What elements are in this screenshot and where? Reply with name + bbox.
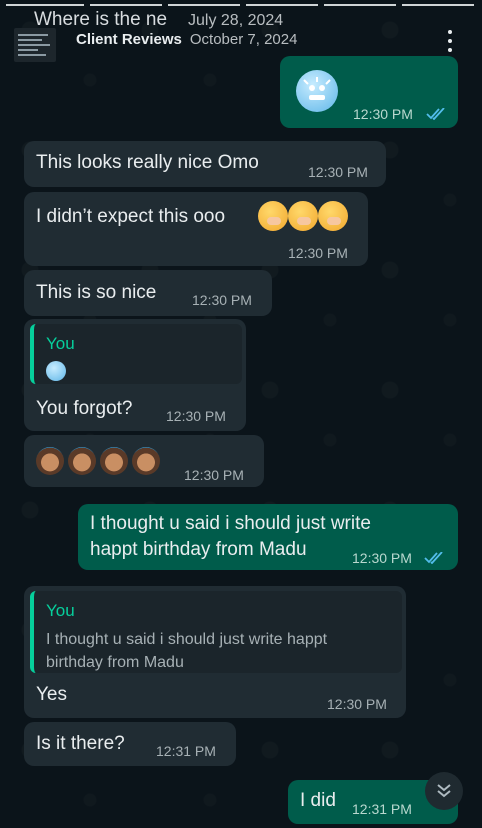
double-chevron-down-icon bbox=[437, 784, 451, 798]
message-text: I didn’t expect this ooo bbox=[36, 206, 226, 227]
message-text: Yes bbox=[36, 684, 67, 705]
woman-emoji-icon bbox=[100, 447, 128, 475]
header-row-2-title: Client Reviews bbox=[76, 31, 182, 48]
quoted-message[interactable]: You bbox=[30, 324, 242, 384]
woman-emoji-icon bbox=[132, 447, 160, 475]
message-time: 12:30 PM bbox=[166, 408, 226, 424]
message-text: This is so nice bbox=[36, 282, 157, 303]
woman-emoji-icon bbox=[68, 447, 96, 475]
woman-emoji-icon bbox=[36, 447, 64, 475]
message-incoming-emoji[interactable]: 12:30 PM bbox=[24, 435, 264, 487]
message-incoming-reply[interactable]: You You forgot? 12:30 PM bbox=[24, 319, 246, 431]
message-outgoing-emoji[interactable]: 12:30 PM bbox=[280, 56, 458, 128]
message-text: I did bbox=[300, 790, 336, 811]
quote-text-line-2: birthday from Madu bbox=[46, 654, 184, 671]
header-row-1-date: July 28, 2024 bbox=[188, 12, 284, 29]
message-incoming[interactable]: This looks really nice Omo 12:30 PM bbox=[24, 141, 386, 187]
message-incoming[interactable]: This is so nice 12:30 PM bbox=[24, 270, 272, 316]
message-time: 12:31 PM bbox=[156, 743, 216, 759]
message-incoming[interactable]: I didn’t expect this ooo 12:30 PM bbox=[24, 192, 368, 266]
message-incoming-reply[interactable]: You I thought u said i should just write… bbox=[24, 586, 406, 718]
quote-author: You bbox=[46, 601, 75, 620]
message-time: 12:30 PM bbox=[184, 467, 244, 483]
header-row-1-title: Where is the ne bbox=[34, 9, 168, 30]
cold-face-emoji-icon bbox=[46, 361, 66, 381]
message-time: 12:30 PM bbox=[327, 696, 387, 712]
message-text: This looks really nice Omo bbox=[36, 152, 259, 173]
more-options-icon[interactable] bbox=[440, 28, 460, 54]
message-time: 12:31 PM bbox=[352, 801, 412, 817]
message-text-line-1: I thought u said i should just write bbox=[90, 513, 371, 534]
document-thumbnail[interactable] bbox=[14, 28, 56, 62]
header-row-1[interactable]: Where is the ne July 28, 2024 bbox=[34, 9, 283, 31]
hand-over-mouth-emoji-icon bbox=[318, 201, 348, 231]
quote-author: You bbox=[46, 334, 75, 353]
quoted-message[interactable]: You I thought u said i should just write… bbox=[30, 591, 402, 673]
message-text: Is it there? bbox=[36, 733, 125, 754]
message-time: 12:30 PM bbox=[288, 245, 348, 261]
message-time: 12:30 PM bbox=[353, 106, 413, 122]
message-incoming[interactable]: Is it there? 12:31 PM bbox=[24, 722, 236, 766]
double-check-icon bbox=[426, 108, 446, 120]
quote-text-line-1: I thought u said i should just write hap… bbox=[46, 631, 328, 648]
header-row-2-date: October 7, 2024 bbox=[189, 31, 298, 48]
message-text-line-2: happt birthday from Madu bbox=[90, 539, 307, 560]
header-row-2[interactable]: Client Reviews October 7, 2024 bbox=[76, 31, 297, 48]
cold-face-emoji-icon bbox=[296, 70, 338, 112]
hand-over-mouth-emoji-icon bbox=[288, 201, 318, 231]
chat-header: Where is the ne July 28, 2024 Client Revi… bbox=[0, 6, 482, 62]
message-time: 12:30 PM bbox=[308, 164, 368, 180]
scroll-to-bottom-button[interactable] bbox=[425, 772, 463, 810]
message-time: 12:30 PM bbox=[192, 292, 252, 308]
hand-over-mouth-emoji-icon bbox=[258, 201, 288, 231]
double-check-icon bbox=[424, 552, 444, 564]
message-text: You forgot? bbox=[36, 398, 133, 419]
message-outgoing[interactable]: I thought u said i should just write hap… bbox=[78, 504, 458, 570]
message-time: 12:30 PM bbox=[352, 550, 412, 566]
